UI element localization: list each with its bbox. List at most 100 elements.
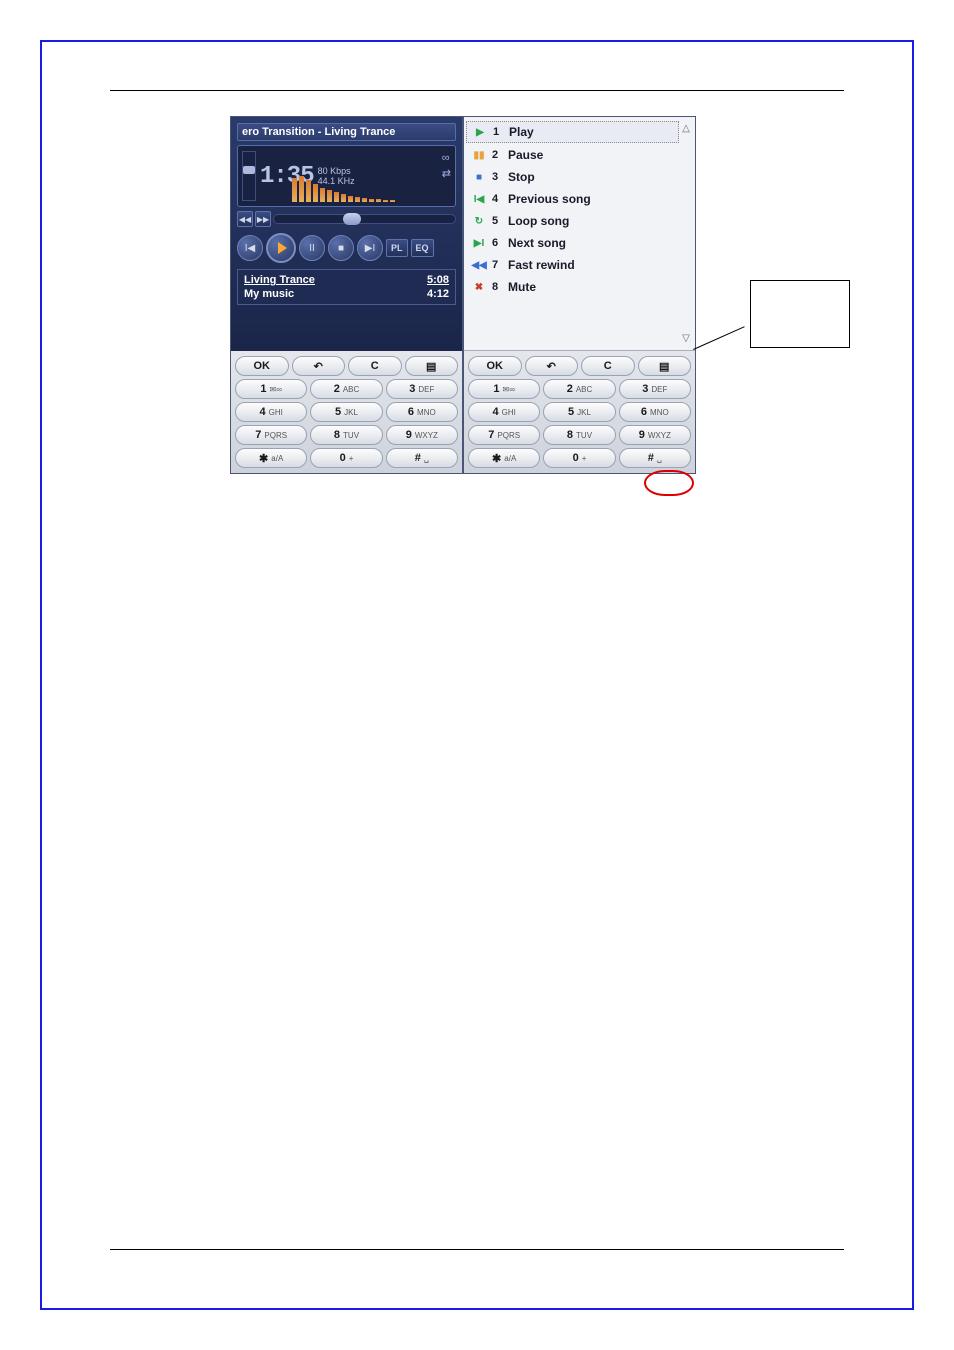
shuffle-icon[interactable]: ⇄ (442, 167, 451, 180)
menu-item-label: Next song (508, 236, 566, 250)
screenshots-container: ero Transition - Living Trance 1:35 80 K… (230, 116, 696, 474)
menu-item-label: Stop (508, 170, 535, 184)
kp-3[interactable]: 3DEF (386, 379, 458, 399)
bitrate-label: 80 Kbps (318, 166, 355, 176)
seek-row: ◀◀ ▶▶ (237, 211, 456, 227)
play-button[interactable] (266, 233, 296, 263)
play-icon: ▶ (473, 126, 487, 138)
track-time: 4:12 (427, 288, 449, 300)
spectrum-analyzer (292, 176, 395, 202)
menu-upper: ▶ 1 Play ▮▮ 2 Pause ■ 3 Stop I◀ 4 Pr (464, 117, 695, 351)
keypad-left: OK ↶ C ▤ 1✉∞ 2ABC 3DEF 4GHI 5JKL 6MNO 7P… (231, 351, 462, 473)
menu-item-label: Play (509, 125, 534, 139)
menu-item-pause[interactable]: ▮▮ 2 Pause (466, 145, 679, 165)
menu-list: ▶ 1 Play ▮▮ 2 Pause ■ 3 Stop I◀ 4 Pr (466, 121, 679, 346)
menu-item-mute[interactable]: ✖ 8 Mute (466, 277, 679, 297)
footer-rule (110, 1249, 844, 1250)
menu-item-num: 8 (492, 281, 502, 293)
kp-4[interactable]: 4GHI (468, 402, 540, 422)
next-button[interactable]: ▶I (357, 235, 383, 261)
player-display: 1:35 80 Kbps 44.1 KHz ∞ ⇄ (237, 145, 456, 207)
callout-box (750, 280, 850, 348)
kp-0[interactable]: 0+ (310, 448, 382, 468)
kp-menu[interactable]: ▤ (638, 356, 692, 376)
seek-slider[interactable] (273, 214, 456, 224)
seek-fwd-button[interactable]: ▶▶ (255, 211, 271, 227)
menu-item-num: 2 (492, 149, 502, 161)
track-time: 5:08 (427, 274, 449, 286)
menu-item-label: Loop song (508, 214, 569, 228)
mute-icon: ✖ (472, 281, 486, 293)
loop-icon[interactable]: ∞ (442, 152, 451, 164)
playlist-row[interactable]: My music 4:12 (244, 287, 449, 301)
menu-item-num: 3 (492, 171, 502, 183)
next-icon: ▶I (472, 237, 486, 249)
kp-6[interactable]: 6MNO (619, 402, 691, 422)
pause-icon: ▮▮ (472, 149, 486, 161)
volume-slider[interactable] (242, 151, 256, 201)
player-title: ero Transition - Living Trance (237, 123, 456, 141)
menu-item-next[interactable]: ▶I 6 Next song (466, 233, 679, 253)
menu-item-label: Mute (508, 280, 536, 294)
kp-8[interactable]: 8TUV (543, 425, 615, 445)
seek-back-button[interactable]: ◀◀ (237, 211, 253, 227)
menu-item-stop[interactable]: ■ 3 Stop (466, 167, 679, 187)
kp-star[interactable]: ✱a/A (468, 448, 540, 468)
kp-clear[interactable]: C (581, 356, 635, 376)
scroll-down-icon[interactable]: ▽ (679, 333, 693, 344)
kp-back[interactable]: ↶ (292, 356, 346, 376)
pause-button[interactable]: II (299, 235, 325, 261)
prev-button[interactable]: I◀ (237, 235, 263, 261)
kp-clear[interactable]: C (348, 356, 402, 376)
menu-item-rewind[interactable]: ◀◀ 7 Fast rewind (466, 255, 679, 275)
menu-item-label: Previous song (508, 192, 591, 206)
menu-item-loop[interactable]: ↻ 5 Loop song (466, 211, 679, 231)
screen-player: ero Transition - Living Trance 1:35 80 K… (230, 116, 463, 474)
scroll-up-icon[interactable]: △ (679, 123, 693, 134)
track-name: Living Trance (244, 274, 315, 286)
header-rule (110, 90, 844, 91)
kp-6[interactable]: 6MNO (386, 402, 458, 422)
playlist-toggle-button[interactable]: PL (386, 239, 408, 257)
scroll-arrows[interactable]: △ ▽ (679, 121, 693, 346)
play-icon (278, 242, 287, 254)
kp-7[interactable]: 7PQRS (235, 425, 307, 445)
kp-8[interactable]: 8TUV (310, 425, 382, 445)
prev-icon: I◀ (472, 193, 486, 205)
menu-item-num: 6 (492, 237, 502, 249)
kp-5[interactable]: 5JKL (543, 402, 615, 422)
kp-4[interactable]: 4GHI (235, 402, 307, 422)
kp-menu[interactable]: ▤ (405, 356, 459, 376)
stop-button[interactable]: ■ (328, 235, 354, 261)
menu-item-label: Fast rewind (508, 258, 575, 272)
playlist-area[interactable]: Living Trance 5:08 My music 4:12 (237, 269, 456, 305)
eq-toggle-button[interactable]: EQ (411, 239, 434, 257)
menu-item-num: 1 (493, 126, 503, 138)
kp-ok[interactable]: OK (468, 356, 522, 376)
rewind-icon: ◀◀ (472, 259, 486, 271)
loop-icon: ↻ (472, 215, 486, 227)
loop-shuffle-icons[interactable]: ∞ ⇄ (442, 152, 451, 180)
kp-2[interactable]: 2ABC (310, 379, 382, 399)
kp-hash[interactable]: #␣ (386, 448, 458, 468)
kp-7[interactable]: 7PQRS (468, 425, 540, 445)
kp-1[interactable]: 1✉∞ (468, 379, 540, 399)
menu-item-label: Pause (508, 148, 543, 162)
kp-ok[interactable]: OK (235, 356, 289, 376)
kp-9[interactable]: 9WXYZ (619, 425, 691, 445)
kp-0[interactable]: 0+ (543, 448, 615, 468)
playlist-row[interactable]: Living Trance 5:08 (244, 273, 449, 287)
kp-1[interactable]: 1✉∞ (235, 379, 307, 399)
kp-9[interactable]: 9WXYZ (386, 425, 458, 445)
menu-item-num: 7 (492, 259, 502, 271)
kp-5[interactable]: 5JKL (310, 402, 382, 422)
menu-item-prev[interactable]: I◀ 4 Previous song (466, 189, 679, 209)
menu-item-play[interactable]: ▶ 1 Play (466, 121, 679, 143)
kp-star[interactable]: ✱a/A (235, 448, 307, 468)
menu-item-num: 5 (492, 215, 502, 227)
kp-hash[interactable]: #␣ (619, 448, 691, 468)
kp-back[interactable]: ↶ (525, 356, 579, 376)
screen-menu: ▶ 1 Play ▮▮ 2 Pause ■ 3 Stop I◀ 4 Pr (463, 116, 696, 474)
kp-3[interactable]: 3DEF (619, 379, 691, 399)
kp-2[interactable]: 2ABC (543, 379, 615, 399)
